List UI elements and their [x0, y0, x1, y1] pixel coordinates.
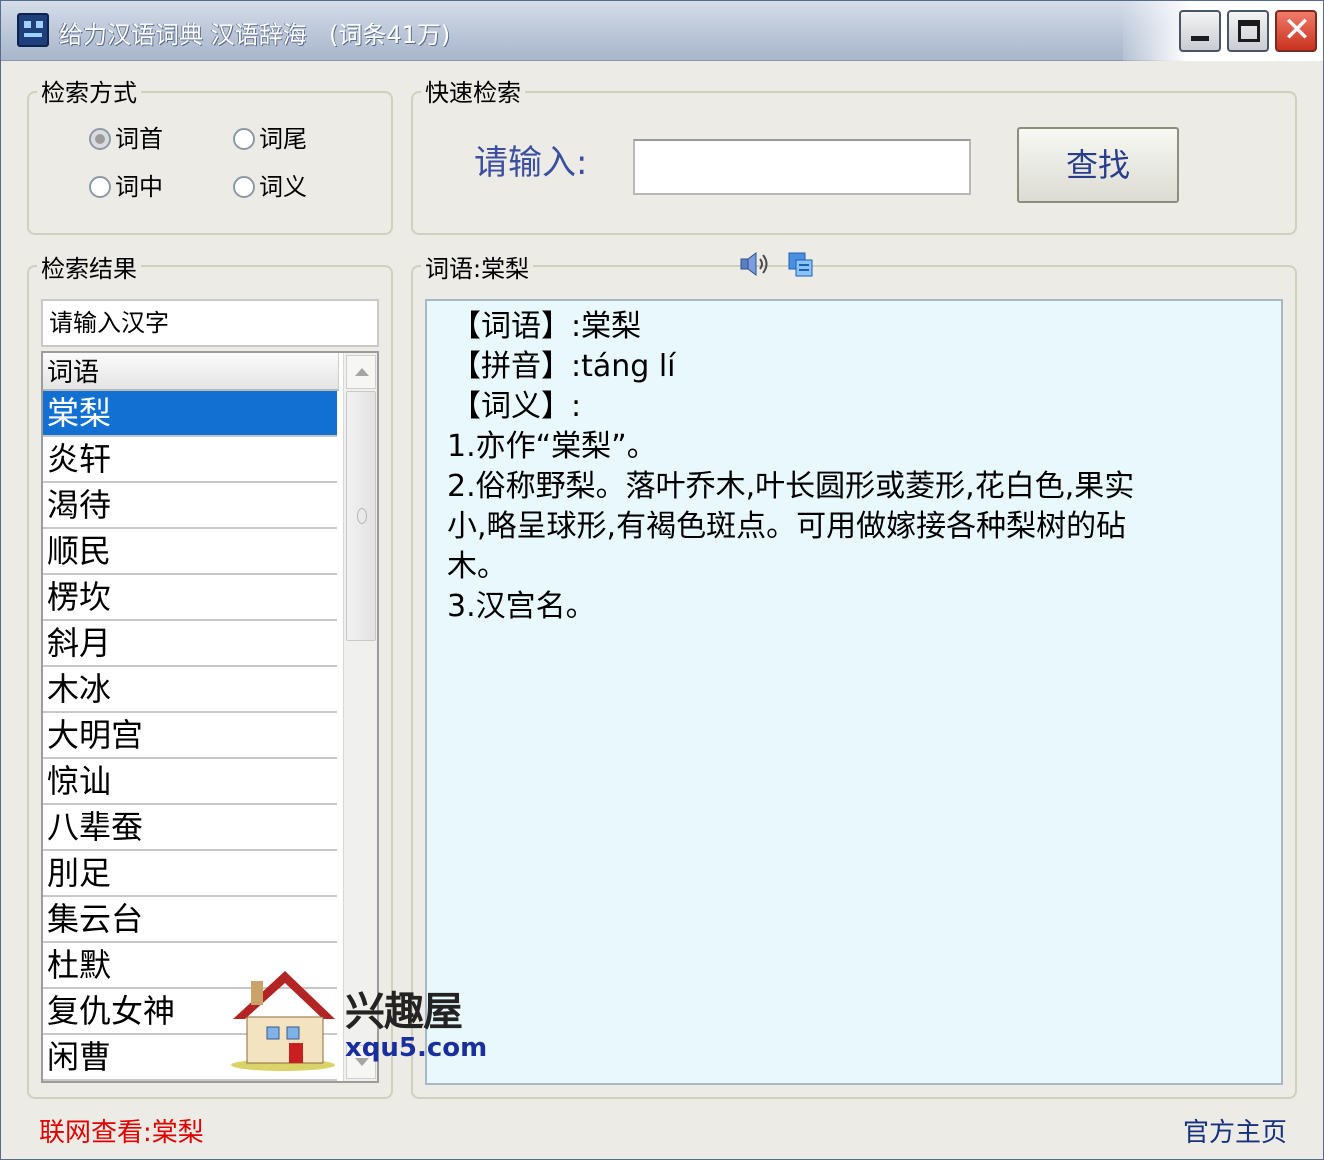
radio-middle[interactable]: 词中 [89, 173, 163, 201]
list-item[interactable]: 集云台 [43, 897, 337, 943]
detail-title: 词语:棠梨 [421, 255, 534, 283]
definition-line: 木。 [447, 549, 507, 584]
list-item[interactable]: 大明宫 [43, 713, 337, 759]
homepage-link[interactable]: 官方主页 [1183, 1112, 1287, 1149]
speaker-icon[interactable] [739, 251, 773, 277]
list-item[interactable]: 木冰 [43, 667, 337, 713]
watermark-url: xqu5.com [345, 1033, 488, 1063]
list-item[interactable]: 八辈蚕 [43, 805, 337, 851]
entry-count: (词条41万) [329, 21, 451, 49]
radio-suffix[interactable]: 词尾 [233, 125, 307, 153]
list-item[interactable]: 斜月 [43, 621, 337, 667]
search-prompt-label: 请输入: [474, 143, 588, 183]
scroll-thumb[interactable] [346, 391, 376, 641]
list-item[interactable]: 炎轩 [43, 437, 337, 483]
search-input[interactable] [633, 139, 971, 195]
definition-panel[interactable]: 【词语】:棠梨 【拼音】:táng lí 【词义】: 1.亦作“棠梨”。 2.俗称野梨。… [425, 299, 1283, 1085]
radio-prefix[interactable]: 词首 [89, 125, 163, 153]
radio-unchecked-icon [233, 176, 255, 198]
title-bar[interactable]: 给力汉语词典 汉语辞海 (词条41万) ✕ [1, 1, 1323, 61]
radio-unchecked-icon [233, 128, 255, 150]
list-item[interactable]: 惊讪 [43, 759, 337, 805]
results-title: 检索结果 [37, 255, 141, 283]
definition-line: 3.汉宫名。 [447, 589, 596, 624]
definition-line: 【拼音】:táng lí [451, 349, 676, 384]
search-mode-title: 检索方式 [37, 79, 141, 107]
minimize-icon [1191, 36, 1209, 41]
list-item[interactable]: 棠梨 [43, 391, 337, 437]
close-button[interactable]: ✕ [1275, 10, 1317, 52]
list-item[interactable]: 顺民 [43, 529, 337, 575]
radio-checked-icon [89, 128, 111, 150]
watermark-name: 兴趣屋 [345, 989, 463, 1035]
definition-line: 1.亦作“棠梨”。 [447, 429, 657, 464]
maximize-icon [1238, 20, 1260, 42]
radio-meaning[interactable]: 词义 [233, 173, 307, 201]
house-logo-icon [231, 971, 335, 1071]
definition-line: 【词义】: [451, 389, 582, 424]
vertical-scrollbar[interactable] [343, 353, 377, 1081]
copy-icon[interactable] [787, 251, 815, 279]
column-header-word[interactable]: 词语 [43, 353, 339, 391]
maximize-button[interactable] [1227, 10, 1269, 52]
definition-line: 【词语】:棠梨 [451, 309, 642, 344]
list-item[interactable]: 刖足 [43, 851, 337, 897]
online-lookup-link[interactable]: 联网查看:棠梨 [39, 1112, 204, 1149]
radio-unchecked-icon [89, 176, 111, 198]
list-item[interactable]: 楞坎 [43, 575, 337, 621]
definition-line: 小,略呈球形,有褐色斑点。可用做嫁接各种梨树的砧 [447, 509, 1127, 544]
filter-input[interactable]: 请输入汉字 [41, 299, 379, 347]
quick-search-title: 快速检索 [421, 79, 525, 107]
window-title: 给力汉语词典 汉语辞海 [59, 21, 307, 49]
scroll-up-button[interactable] [346, 355, 376, 389]
search-mode-group [27, 91, 393, 235]
find-button[interactable]: 查找 [1017, 127, 1179, 203]
minimize-button[interactable] [1179, 10, 1221, 52]
definition-line: 2.俗称野梨。落叶乔木,叶长圆形或菱形,花白色,果实 [447, 469, 1135, 504]
close-icon: ✕ [1282, 10, 1312, 50]
app-window: 给力汉语词典 汉语辞海 (词条41万) ✕ 检索方式 词首 词尾 词中 词义 快… [0, 0, 1324, 1160]
app-icon [17, 13, 49, 47]
list-item[interactable]: 渴待 [43, 483, 337, 529]
